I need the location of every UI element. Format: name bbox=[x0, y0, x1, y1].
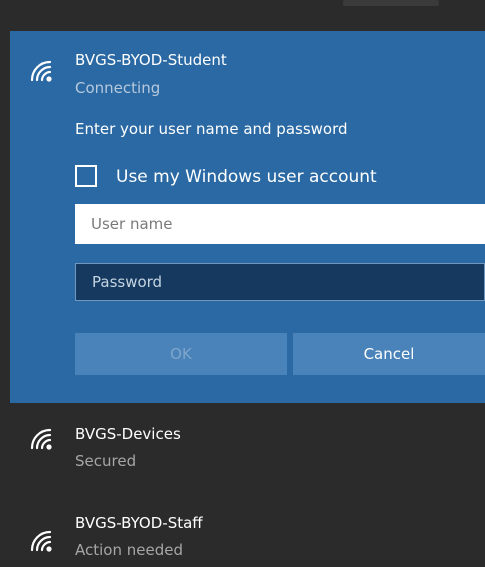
ok-button[interactable]: OK bbox=[75, 333, 287, 375]
cancel-button[interactable]: Cancel bbox=[293, 333, 485, 375]
windows-account-checkbox-label[interactable]: Use my Windows user account bbox=[116, 167, 377, 188]
wifi-signal-icon bbox=[28, 528, 56, 552]
network-status: Secured bbox=[75, 452, 137, 470]
network-list-item[interactable]: BVGS-BYOD-Staff Action needed bbox=[0, 493, 485, 567]
network-status: Connecting bbox=[75, 79, 161, 97]
credentials-prompt: Enter your user name and password bbox=[75, 120, 348, 138]
top-strip bbox=[0, 0, 485, 31]
network-list-item[interactable]: BVGS-Devices Secured bbox=[0, 403, 485, 493]
wifi-signal-icon bbox=[28, 58, 56, 82]
selected-network-panel[interactable]: BVGS-BYOD-Student Connecting Enter your … bbox=[10, 31, 485, 403]
network-status: Action needed bbox=[75, 541, 183, 559]
network-name: BVGS-BYOD-Student bbox=[75, 51, 227, 69]
wifi-signal-icon bbox=[28, 426, 56, 450]
network-name: BVGS-Devices bbox=[75, 425, 181, 443]
network-name: BVGS-BYOD-Staff bbox=[75, 514, 203, 532]
password-input[interactable]: Password bbox=[75, 263, 485, 301]
clipped-item bbox=[343, 0, 439, 6]
username-input[interactable]: User name bbox=[75, 204, 485, 244]
windows-account-checkbox[interactable] bbox=[75, 165, 97, 187]
